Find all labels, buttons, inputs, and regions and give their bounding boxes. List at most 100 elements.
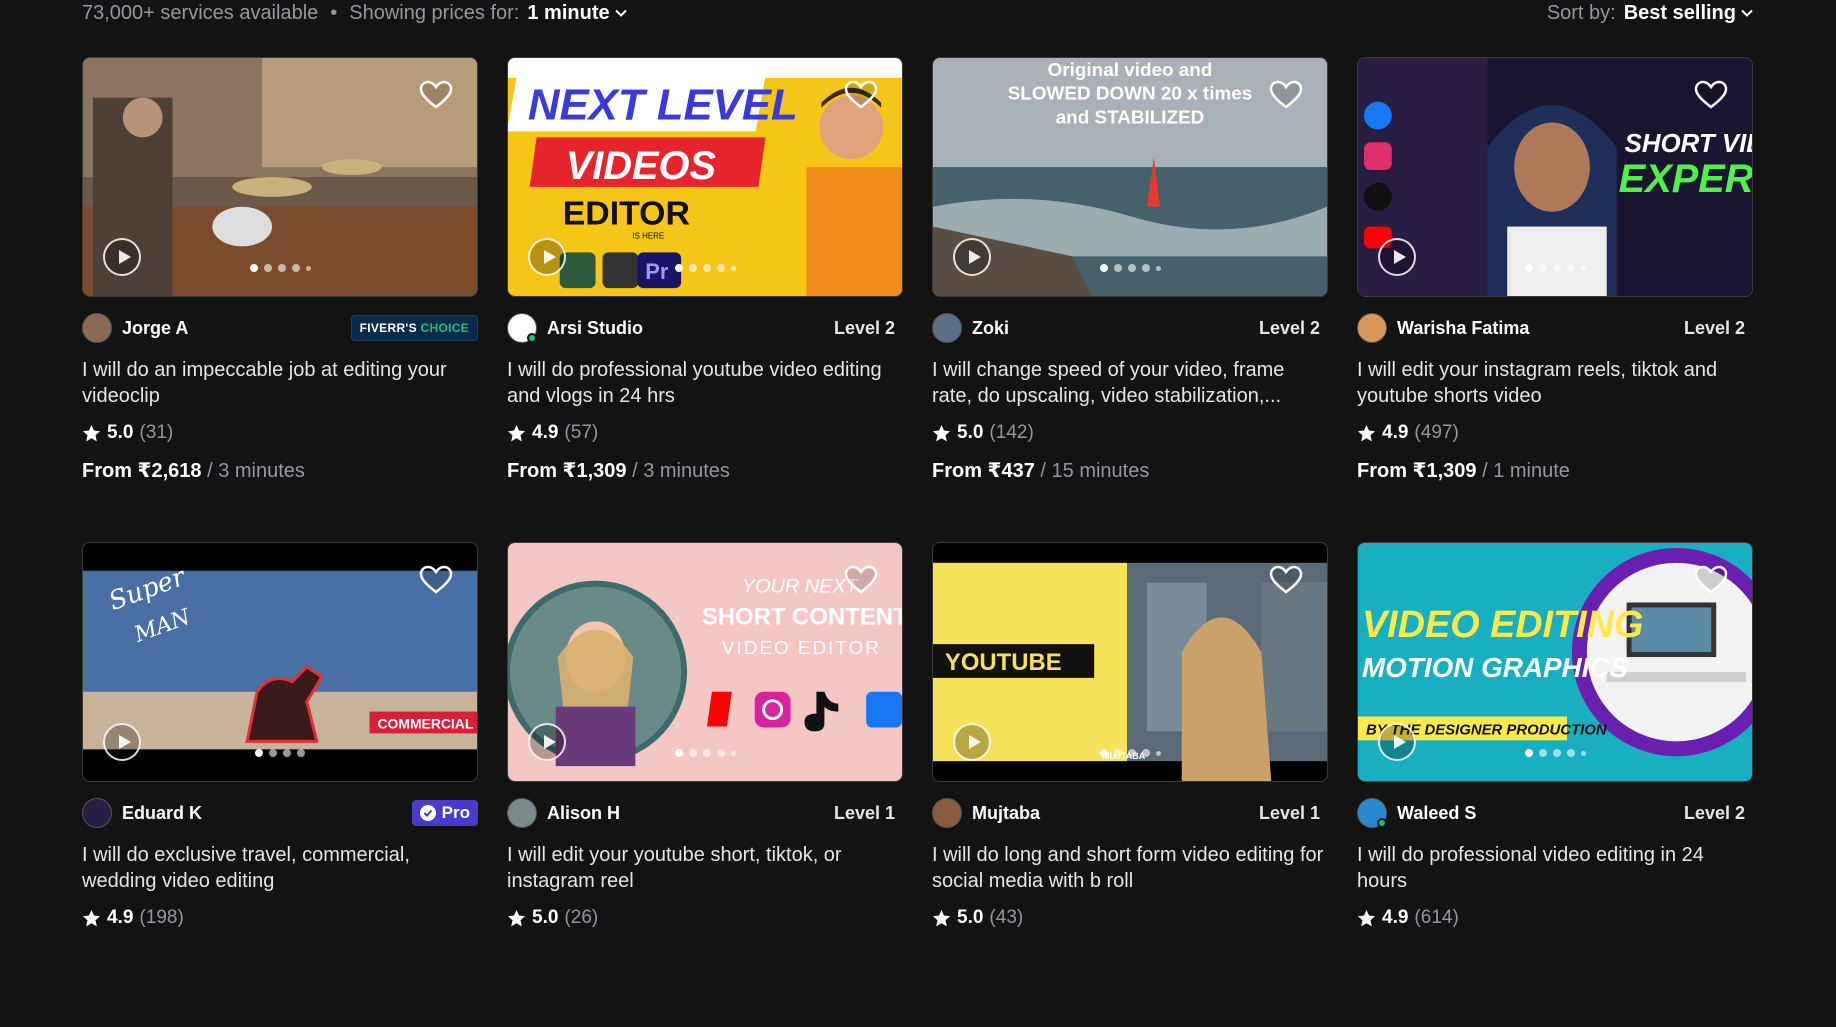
gig-title[interactable]: I will do professional youtube video edi… — [507, 357, 903, 409]
gig-rating: 5.0 (31) — [82, 422, 478, 444]
avatar[interactable] — [82, 313, 112, 343]
seller-name[interactable]: Alison H — [547, 803, 620, 824]
gig-title[interactable]: I will do an impeccable job at editing y… — [82, 357, 478, 409]
gig-price: From ₹1,309 / 3 minutes — [507, 458, 903, 483]
svg-text:COMMERCIAL: COMMERCIAL — [378, 715, 474, 731]
heart-icon[interactable] — [1694, 565, 1728, 595]
seller-name[interactable]: Jorge A — [122, 318, 188, 339]
seller-name[interactable]: Eduard K — [122, 803, 202, 824]
gig-card[interactable]: SHORT VID EXPER Warisha Fatima Level 2 I… — [1357, 57, 1753, 542]
star-icon — [1357, 424, 1376, 441]
seller-level: Level 2 — [833, 317, 895, 338]
heart-icon[interactable] — [844, 80, 878, 110]
seller-name[interactable]: Mujtaba — [972, 803, 1040, 824]
gig-rating: 5.0 (142) — [932, 422, 1328, 444]
gig-thumbnail[interactable]: Original video and SLOWED DOWN 20 x time… — [932, 57, 1328, 297]
seller-level: Level 1 — [833, 802, 895, 823]
svg-text:VIDEO EDITING: VIDEO EDITING — [1362, 603, 1643, 645]
carousel-dots[interactable] — [1358, 264, 1752, 272]
heart-icon[interactable] — [1269, 80, 1303, 110]
svg-text:NEXT LEVEL: NEXT LEVEL — [528, 81, 798, 130]
gig-card[interactable]: Jorge A FIVERR'S CHOICE I will do an imp… — [82, 57, 478, 542]
gig-thumbnail[interactable]: YOUR NEXT SHORT CONTENT VIDEO EDITOR — [507, 542, 903, 782]
gig-card[interactable]: VIDEO EDITING MOTION GRAPHICS BY THE DES… — [1357, 542, 1753, 1027]
gig-card[interactable]: Original video and SLOWED DOWN 20 x time… — [932, 57, 1328, 542]
avatar[interactable] — [507, 313, 537, 343]
gig-card[interactable]: Super MAN COMMERCIAL Eduard K Pro I will… — [82, 542, 478, 1027]
seller-row: Jorge A FIVERR'S CHOICE — [82, 312, 478, 344]
seller-row: Waleed S Level 2 — [1357, 797, 1753, 829]
gig-thumbnail[interactable]: YOUTUBE MUJTABA — [932, 542, 1328, 782]
avatar[interactable] — [932, 798, 962, 828]
sort-dropdown[interactable]: Best selling — [1624, 2, 1754, 25]
seller-name[interactable]: Zoki — [972, 318, 1009, 339]
price-value: From ₹1,309 — [1357, 460, 1477, 482]
avatar[interactable] — [1357, 313, 1387, 343]
gig-title[interactable]: I will do long and short form video edit… — [932, 842, 1328, 894]
seller-level: Level 1 — [1258, 802, 1320, 823]
gig-title[interactable]: I will edit your instagram reels, tiktok… — [1357, 357, 1753, 409]
heart-icon[interactable] — [419, 565, 453, 595]
heart-icon[interactable] — [844, 565, 878, 595]
rating-count: (43) — [989, 907, 1024, 928]
carousel-dots[interactable] — [508, 264, 902, 272]
rating-count: (142) — [989, 422, 1034, 443]
sort-value: Best selling — [1623, 1, 1736, 24]
gig-thumbnail[interactable]: Super MAN COMMERCIAL — [82, 542, 478, 782]
seller-level: Level 2 — [1683, 317, 1745, 338]
rating-score: 5.0 — [957, 422, 984, 443]
carousel-dots[interactable] — [1358, 749, 1752, 757]
avatar[interactable] — [932, 313, 962, 343]
svg-text:VIDEO EDITOR: VIDEO EDITOR — [722, 637, 881, 658]
gig-title[interactable]: I will do exclusive travel, commercial, … — [82, 842, 478, 894]
duration-dropdown[interactable]: 1 minute — [527, 2, 627, 25]
svg-text:SHORT CONTENT: SHORT CONTENT — [702, 603, 902, 630]
seller-name[interactable]: Warisha Fatima — [1397, 318, 1529, 339]
gig-price: From ₹437 / 15 minutes — [932, 458, 1328, 483]
carousel-dots[interactable] — [933, 749, 1327, 757]
gig-thumbnail[interactable]: VIDEO EDITING MOTION GRAPHICS BY THE DES… — [1357, 542, 1753, 782]
carousel-dots[interactable] — [508, 749, 902, 757]
seller-row: Alison H Level 1 — [507, 797, 903, 829]
gig-rating: 4.9 (57) — [507, 422, 903, 444]
seller-row: Mujtaba Level 1 — [932, 797, 1328, 829]
svg-text:IS HERE: IS HERE — [632, 231, 664, 240]
gig-card[interactable]: NEXT LEVEL VIDEOS EDITOR IS HERE Pr Arsi… — [507, 57, 903, 542]
seller-row: Warisha Fatima Level 2 — [1357, 312, 1753, 344]
heart-icon[interactable] — [1269, 565, 1303, 595]
price-value: From ₹2,618 — [82, 460, 202, 482]
heart-icon[interactable] — [1694, 80, 1728, 110]
carousel-dots[interactable] — [933, 264, 1327, 272]
thumbnail-image: YOUR NEXT SHORT CONTENT VIDEO EDITOR — [508, 543, 902, 781]
gig-grid: Jorge A FIVERR'S CHOICE I will do an imp… — [82, 57, 1753, 1027]
gig-rating: 4.9 (198) — [82, 907, 478, 929]
gig-title[interactable]: I will do professional video editing in … — [1357, 842, 1753, 894]
svg-text:SHORT VID: SHORT VID — [1625, 130, 1752, 158]
gig-title[interactable]: I will edit your youtube short, tiktok, … — [507, 842, 903, 894]
thumbnail-image — [83, 58, 477, 296]
thumbnail-image: Super MAN COMMERCIAL — [83, 543, 477, 781]
online-indicator — [527, 333, 537, 343]
gig-rating: 4.9 (614) — [1357, 907, 1753, 929]
gig-thumbnail[interactable] — [82, 57, 478, 297]
star-icon — [507, 424, 526, 441]
carousel-dots[interactable] — [83, 749, 477, 757]
heart-icon[interactable] — [419, 80, 453, 110]
avatar[interactable] — [507, 798, 537, 828]
avatar[interactable] — [1357, 798, 1387, 828]
seller-name[interactable]: Waleed S — [1397, 803, 1476, 824]
gig-card[interactable]: YOUTUBE MUJTABA Mujtaba Level 1 I will d… — [932, 542, 1328, 1027]
price-value: From ₹1,309 — [507, 460, 627, 482]
gig-thumbnail[interactable]: NEXT LEVEL VIDEOS EDITOR IS HERE Pr — [507, 57, 903, 297]
svg-text:EXPER: EXPER — [1619, 157, 1752, 201]
gig-title[interactable]: I will change speed of your video, frame… — [932, 357, 1328, 409]
star-icon — [932, 909, 951, 926]
gig-card[interactable]: YOUR NEXT SHORT CONTENT VIDEO EDITOR Ali… — [507, 542, 903, 1027]
price-unit: / 1 minute — [1482, 460, 1570, 482]
avatar[interactable] — [82, 798, 112, 828]
seller-name[interactable]: Arsi Studio — [547, 318, 643, 339]
rating-score: 4.9 — [107, 907, 134, 928]
gig-thumbnail[interactable]: SHORT VID EXPER — [1357, 57, 1753, 297]
pro-badge: Pro — [411, 800, 478, 826]
carousel-dots[interactable] — [83, 264, 477, 272]
